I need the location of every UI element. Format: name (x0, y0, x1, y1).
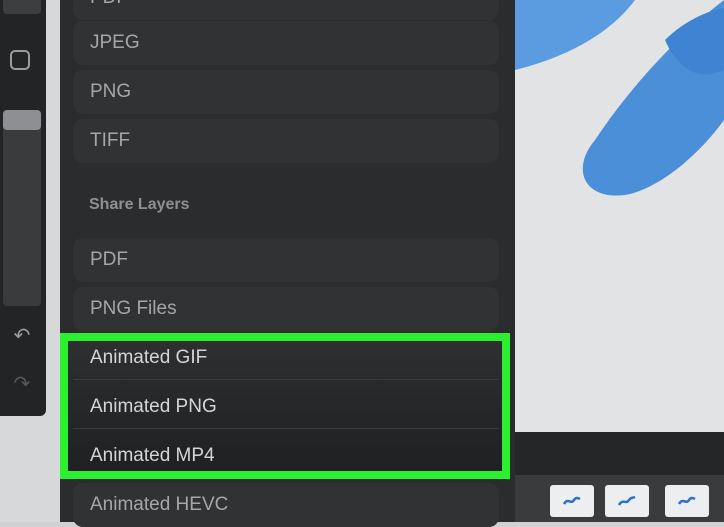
sidebar-button[interactable] (3, 0, 41, 14)
section-header-share-layers: Share Layers (89, 196, 190, 213)
brush-thumbnail-icon[interactable] (605, 485, 649, 517)
redo-icon[interactable]: ↷ (10, 372, 34, 396)
export-option-jpeg[interactable]: JPEG (73, 21, 499, 65)
share-layers-pdf[interactable]: PDF (73, 238, 499, 282)
brush-thumbnail-icon[interactable] (550, 485, 594, 517)
export-option-tiff[interactable]: TIFF (73, 119, 499, 163)
green-highlight-box (60, 333, 510, 479)
brush-thumbnail-icon[interactable] (665, 485, 709, 517)
share-layers-png-files[interactable]: PNG Files (73, 287, 499, 331)
brush-stroke (515, 0, 724, 432)
square-icon[interactable] (10, 50, 30, 70)
share-layers-animated-hevc[interactable]: Animated HEVC (73, 483, 499, 527)
export-option-pdf[interactable]: PDF (73, 0, 499, 20)
left-tool-sidebar: ↶ ↷ (0, 0, 46, 416)
undo-icon[interactable]: ↶ (10, 324, 34, 348)
export-option-png[interactable]: PNG (73, 70, 499, 114)
brush-size-slider[interactable] (3, 110, 41, 306)
slider-handle[interactable] (3, 110, 41, 130)
